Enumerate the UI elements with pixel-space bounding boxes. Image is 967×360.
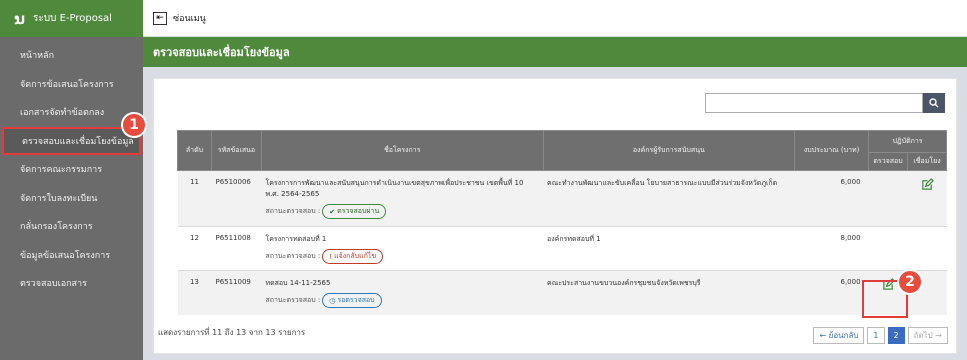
- row-code: P6511009: [211, 270, 262, 315]
- sidebar-item-proposal-data[interactable]: ข้อมูลข้อเสนอโครงการ: [0, 241, 143, 270]
- page-1-button[interactable]: 1: [867, 327, 885, 344]
- col-index: ลำดับ: [177, 130, 212, 171]
- edit-link-icon[interactable]: [921, 178, 934, 191]
- col-org: องค์กรผู้รับการสนับสนุน: [542, 130, 796, 171]
- row-budget: 8,000: [794, 226, 869, 271]
- project-name: โครงการทดสอบที่ 1: [265, 235, 327, 243]
- status-text: แจ้งกลับแก้ไข: [334, 252, 377, 260]
- sidebar-item-document-check[interactable]: ตรวจสอบเอกสาร: [0, 269, 143, 298]
- annotation-badge-2: 2: [897, 269, 923, 295]
- check-circle-icon: ✔: [329, 207, 336, 216]
- annotation-badge-1: 1: [121, 112, 147, 138]
- row-org: องค์กรทดสอบที่ 1: [543, 226, 795, 271]
- col-project: ชื่อโครงการ: [260, 130, 544, 171]
- col-link: เชื่อมโยง: [907, 152, 947, 171]
- search-bar: [705, 93, 945, 113]
- page-title: ตรวจสอบและเชื่อมโยงข้อมูล: [143, 37, 967, 67]
- row-org: คณะประสานงานขบวนองค์กรชุมชนจังหวัดเพชรบุ…: [543, 270, 795, 315]
- col-budget: งบประมาณ (บาท): [794, 130, 870, 171]
- status-label: สถานะตรวจสอบ :: [265, 252, 321, 260]
- table-row: 12 P6511008 โครงการทดสอบที่ 1 สถานะตรวจส…: [177, 226, 947, 271]
- row-org: คณะทำงานพัฒนาและขับเคลื่อน โยบายสาธารณะแ…: [543, 170, 795, 227]
- row-budget: 6,000: [794, 270, 869, 315]
- exclamation-icon: !: [329, 252, 333, 261]
- hide-menu-label[interactable]: ซ่อนเมนู: [173, 11, 206, 25]
- col-code: รหัสข้อเสนอ: [210, 130, 262, 171]
- sidebar-nav: หน้าหลัก จัดการข้อเสนอโครงการ เอกสารจัดท…: [0, 41, 143, 298]
- row-index: 12: [177, 226, 212, 271]
- row-index: 11: [177, 170, 212, 227]
- sidebar-item-screening[interactable]: กลั่นกรองโครงการ: [0, 212, 143, 241]
- clock-icon: ◷: [329, 296, 336, 305]
- app-name: ระบบ E-Proposal: [32, 13, 112, 24]
- row-budget: 6,000: [794, 170, 869, 227]
- status-text: รอตรวจสอบ: [337, 296, 375, 304]
- table-row: 13 P6511009 ทดสอบ 14-11-2565 สถานะตรวจสอ…: [177, 270, 947, 315]
- hide-menu-icon[interactable]: ⇤: [153, 11, 167, 25]
- row-project: ทดสอบ 14-11-2565 สถานะตรวจสอบ : ◷ รอตรวจส…: [261, 270, 544, 315]
- row-link-cell: [907, 226, 947, 271]
- project-name: โครงการการพัฒนาและสนับสนุนการดำเนินงานเข…: [265, 179, 524, 198]
- table-info: แสดงรายการที่ 11 ถึง 13 จาก 13 รายการ: [158, 328, 306, 337]
- status-line: สถานะตรวจสอบ : ◷ รอตรวจสอบ: [265, 293, 539, 308]
- prev-page-button[interactable]: ← ย้อนกลับ: [813, 327, 865, 344]
- row-project: โครงการทดสอบที่ 1 สถานะตรวจสอบ : ! แจ้งกล…: [261, 226, 544, 271]
- topbar: ⇤ ซ่อนเมนู: [143, 0, 967, 37]
- sidebar-item-home[interactable]: หน้าหลัก: [0, 41, 143, 70]
- status-badge-returned: ! แจ้งกลับแก้ไข: [322, 249, 384, 264]
- col-check: ตรวจสอบ: [868, 152, 908, 171]
- page-2-button[interactable]: 2: [887, 327, 905, 344]
- row-index: 13: [177, 270, 212, 315]
- row-check-cell: [868, 226, 908, 271]
- row-code: P6511008: [211, 226, 262, 271]
- col-actions: ปฏิบัติการ: [868, 130, 947, 153]
- project-name: ทดสอบ 14-11-2565: [265, 279, 331, 287]
- app-window: ນ ระบบ E-Proposal หน้าหลัก จัดการข้อเสนอ…: [0, 0, 967, 360]
- status-line: สถานะตรวจสอบ : ! แจ้งกลับแก้ไข: [265, 249, 539, 264]
- row-check-cell: [868, 170, 908, 227]
- brand-logo-icon: ນ: [14, 9, 25, 28]
- status-text: ตรวจสอบผ่าน: [337, 207, 380, 215]
- search-input[interactable]: [705, 93, 923, 113]
- brand[interactable]: ນ ระบบ E-Proposal: [0, 0, 143, 37]
- sidebar: ນ ระบบ E-Proposal หน้าหลัก จัดการข้อเสนอ…: [0, 0, 143, 360]
- proposal-table: ลำดับ รหัสข้อเสนอ ชื่อโครงการ องค์กรผู้ร…: [177, 130, 947, 315]
- next-page-button[interactable]: ถัดไป →: [907, 327, 948, 344]
- row-project: โครงการการพัฒนาและสนับสนุนการดำเนินงานเข…: [261, 170, 544, 227]
- sidebar-item-registration[interactable]: จัดการใบลงทะเบียน: [0, 184, 143, 213]
- row-code: P6510006: [211, 170, 262, 227]
- sidebar-item-verify-link[interactable]: ตรวจสอบและเชื่อมโยงข้อมูล: [2, 126, 141, 155]
- status-label: สถานะตรวจสอบ :: [265, 296, 321, 304]
- status-badge-passed: ✔ ตรวจสอบผ่าน: [322, 204, 387, 219]
- status-label: สถานะตรวจสอบ :: [265, 207, 321, 215]
- table-row: 11 P6510006 โครงการการพัฒนาและสนับสนุนกา…: [177, 170, 947, 227]
- status-line: สถานะตรวจสอบ : ✔ ตรวจสอบผ่าน: [265, 204, 539, 219]
- content-card: ลำดับ รหัสข้อเสนอ ชื่อโครงการ องค์กรผู้ร…: [153, 78, 957, 354]
- status-badge-pending: ◷ รอตรวจสอบ: [322, 293, 382, 308]
- sidebar-item-manage-proposals[interactable]: จัดการข้อเสนอโครงการ: [0, 70, 143, 99]
- row-link-cell: [907, 170, 947, 227]
- pagination: ← ย้อนกลับ 1 2 ถัดไป →: [810, 327, 948, 344]
- sidebar-item-committee[interactable]: จัดการคณะกรรมการ: [0, 155, 143, 184]
- search-icon[interactable]: [923, 93, 945, 113]
